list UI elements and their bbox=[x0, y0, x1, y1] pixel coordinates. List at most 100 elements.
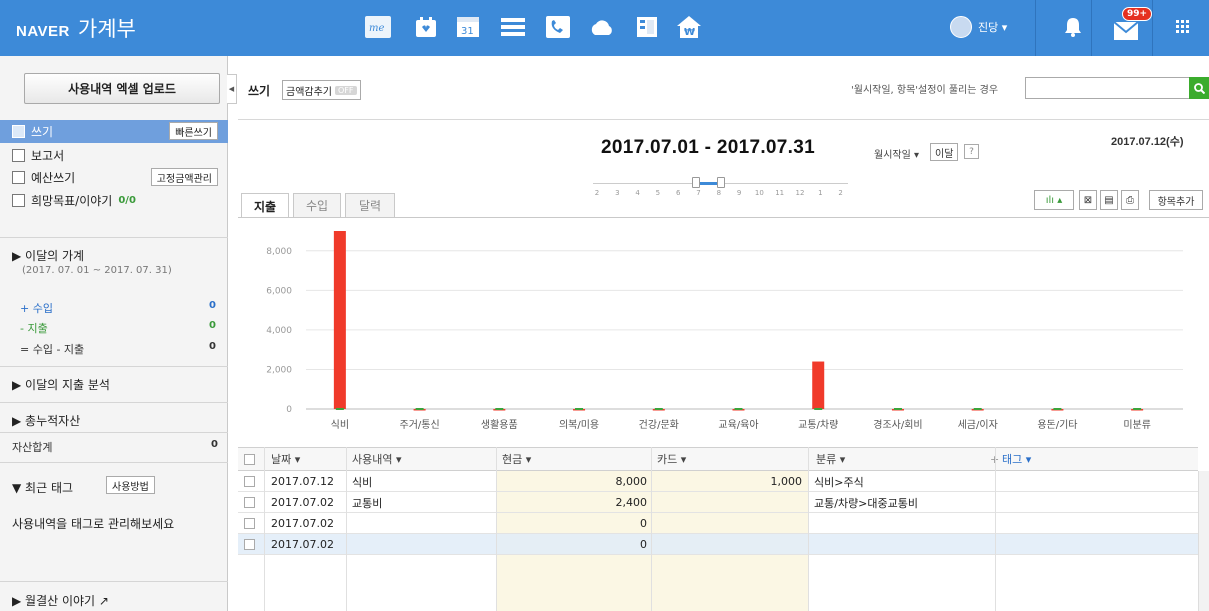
list-icon[interactable] bbox=[500, 14, 526, 40]
sidebar-collapse-button[interactable]: ◀ bbox=[227, 74, 237, 104]
table-row[interactable]: 2017.07.02 0 bbox=[238, 513, 1198, 534]
tags-help-button[interactable]: 사용방법 bbox=[106, 476, 155, 494]
select-all-checkbox[interactable] bbox=[244, 447, 255, 471]
slider-end-handle[interactable] bbox=[717, 177, 725, 188]
cell-tag[interactable] bbox=[1002, 513, 1192, 534]
search-input[interactable] bbox=[1025, 77, 1190, 99]
chart-bar-baseline bbox=[1053, 408, 1062, 410]
checkbox[interactable] bbox=[244, 497, 255, 508]
naver-household-logo[interactable]: NAVER 가계부 bbox=[16, 13, 136, 43]
cell-tag[interactable] bbox=[1002, 471, 1192, 492]
slider-tick-label: 11 bbox=[775, 189, 785, 197]
cell-description[interactable] bbox=[352, 513, 492, 534]
search-button[interactable] bbox=[1189, 77, 1209, 99]
monthly-analysis-toggle[interactable]: ▶ 이달의 지출 분석 bbox=[12, 376, 110, 393]
me-icon[interactable]: me bbox=[365, 14, 391, 40]
header-description[interactable]: 사용내역 ▾ bbox=[352, 447, 402, 471]
excel-upload-button[interactable]: 사용내역 엑셀 업로드 bbox=[24, 73, 220, 104]
tab-income[interactable]: 수입 bbox=[293, 193, 341, 217]
bell-icon[interactable] bbox=[1060, 14, 1086, 40]
cell-date[interactable]: 2017.07.02 bbox=[271, 534, 347, 555]
header-date[interactable]: 날짜 ▾ bbox=[271, 447, 300, 471]
month-range-slider[interactable]: 2 3 4 5 6 7 8 9 10 11 12 1 2 bbox=[593, 175, 853, 205]
table-row[interactable]: 2017.07.12 식비 8,000 1,000 식비>주식 bbox=[238, 471, 1198, 492]
sidebar-item-budget[interactable]: 예산쓰기 고정금액관리 bbox=[0, 166, 228, 189]
header-tag[interactable]: 태그 ▾ bbox=[1002, 447, 1031, 471]
excel-export-icon[interactable]: ⊠ bbox=[1079, 190, 1097, 210]
svg-text:me: me bbox=[369, 23, 384, 34]
row-checkbox[interactable] bbox=[244, 471, 258, 492]
row-checkbox[interactable] bbox=[244, 534, 258, 555]
apps-grid-icon[interactable] bbox=[1170, 14, 1196, 40]
tab-expense[interactable]: 지출 bbox=[241, 193, 289, 218]
calendar-heart-icon[interactable] bbox=[413, 14, 439, 40]
cell-card[interactable]: 1,000 bbox=[657, 471, 803, 492]
cell-cash[interactable]: 2,400 bbox=[502, 492, 648, 513]
cell-date[interactable]: 2017.07.12 bbox=[271, 471, 347, 492]
mail-icon[interactable] bbox=[1113, 18, 1139, 44]
checkbox[interactable] bbox=[244, 518, 255, 529]
cell-date[interactable]: 2017.07.02 bbox=[271, 513, 347, 534]
cell-cash[interactable]: 0 bbox=[502, 534, 647, 555]
sidebar-item-label: 보고서 bbox=[31, 149, 65, 163]
add-item-button[interactable]: 항목추가 bbox=[1149, 190, 1203, 210]
mail-count-badge: 99+ bbox=[1122, 7, 1153, 21]
cell-description[interactable] bbox=[352, 534, 492, 555]
contacts-icon[interactable] bbox=[545, 14, 571, 40]
cell-cash[interactable]: 0 bbox=[502, 513, 647, 534]
cell-category[interactable] bbox=[814, 513, 994, 534]
help-button[interactable]: ? bbox=[964, 144, 979, 159]
household-home-icon[interactable]: ₩ bbox=[676, 14, 702, 40]
cell-tag[interactable] bbox=[1002, 534, 1192, 555]
cell-description[interactable]: 교통비 bbox=[352, 492, 492, 513]
cell-tag[interactable] bbox=[1002, 492, 1192, 513]
table-row[interactable]: 2017.07.02 0 bbox=[238, 534, 1198, 555]
checkbox[interactable] bbox=[244, 476, 255, 487]
row-checkbox[interactable] bbox=[244, 513, 258, 534]
sidebar-item-write[interactable]: 쓰기 빠른쓰기 bbox=[0, 120, 228, 143]
table-row[interactable]: 2017.07.02 교통비 2,400 교통/차량>대중교통비 bbox=[238, 492, 1198, 513]
fixed-amount-button[interactable]: 고정금액관리 bbox=[150, 168, 218, 186]
user-menu[interactable]: 진당 ▾ bbox=[950, 16, 1007, 38]
chart-toggle-button[interactable]: ılı ▴ bbox=[1034, 190, 1074, 210]
monthly-story-link[interactable]: ▶ 월결산 이야기 ↗ bbox=[12, 592, 109, 609]
row-checkbox[interactable] bbox=[244, 492, 258, 513]
cell-description[interactable]: 식비 bbox=[352, 471, 492, 492]
checkbox[interactable] bbox=[244, 539, 255, 550]
cell-card[interactable] bbox=[657, 513, 802, 534]
calculator-icon[interactable]: ▤ bbox=[1100, 190, 1118, 210]
cell-date[interactable]: 2017.07.02 bbox=[271, 492, 347, 513]
quick-write-button[interactable]: 빠른쓰기 bbox=[169, 122, 218, 140]
tab-calendar[interactable]: 달력 bbox=[345, 193, 395, 217]
print-icon[interactable]: ⎙ bbox=[1121, 190, 1139, 210]
calendar-31-icon[interactable]: 31 bbox=[455, 14, 481, 40]
hide-amount-toggle[interactable]: 금액감추기 OFF bbox=[282, 80, 361, 100]
x-tick-label: 식비 bbox=[331, 419, 349, 431]
this-month-toggle[interactable]: ▶ 이달의 가계 bbox=[12, 247, 84, 264]
cloud-icon[interactable] bbox=[589, 14, 615, 40]
total-assets-toggle[interactable]: ▶ 총누적자산 bbox=[12, 412, 80, 429]
x-tick-label: 교육/육아 bbox=[718, 419, 758, 431]
cell-cash[interactable]: 8,000 bbox=[502, 471, 648, 492]
month-start-dropdown[interactable]: 월시작일 ▾ bbox=[874, 146, 919, 161]
month-select-button[interactable]: 이달 bbox=[930, 143, 959, 161]
slider-start-handle[interactable] bbox=[692, 177, 700, 188]
header-card[interactable]: 카드 ▾ bbox=[657, 447, 686, 471]
memo-icon[interactable] bbox=[634, 14, 660, 40]
header-cash[interactable]: 현금 ▾ bbox=[502, 447, 531, 471]
header-category[interactable]: 분류 ▾ bbox=[816, 447, 845, 471]
column-divider bbox=[264, 447, 265, 611]
sidebar-item-goals[interactable]: 희망목표/이야기 0/0 bbox=[0, 189, 228, 212]
cell-card[interactable] bbox=[657, 534, 802, 555]
recent-tags-toggle[interactable]: ▼ 최근 태그 bbox=[12, 479, 73, 496]
chart-bar-baseline bbox=[734, 408, 743, 410]
budget-icon bbox=[12, 171, 25, 184]
cell-category[interactable]: 식비>주식 bbox=[814, 471, 994, 492]
cell-category[interactable] bbox=[814, 534, 994, 555]
sidebar-item-label: 쓰기 bbox=[31, 125, 54, 139]
cell-card[interactable] bbox=[657, 492, 802, 513]
sidebar-item-report[interactable]: 보고서 bbox=[0, 144, 228, 167]
y-tick-label: 6,000 bbox=[266, 286, 292, 296]
cell-category[interactable]: 교통/차량>대중교통비 bbox=[814, 492, 994, 513]
table-scrollbar[interactable] bbox=[1198, 471, 1209, 611]
